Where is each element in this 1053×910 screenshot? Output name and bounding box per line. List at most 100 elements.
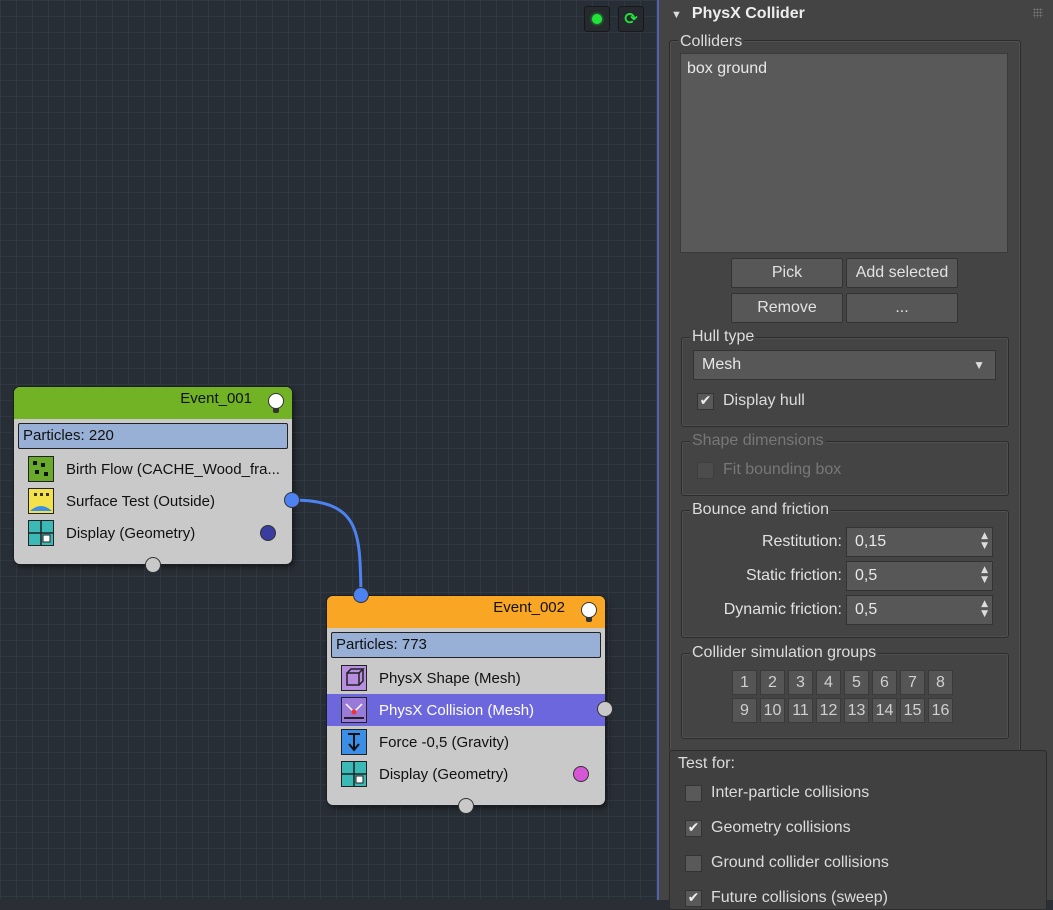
display-color-swatch[interactable] <box>260 525 276 541</box>
static-friction-spinner[interactable]: 0,5 ▲ ▼ <box>846 561 993 591</box>
simulation-group-button-12[interactable]: 12 <box>816 698 841 723</box>
operator-surface-test[interactable]: Surface Test (Outside) <box>14 485 292 517</box>
grip-icon[interactable] <box>1033 8 1043 18</box>
operator-display[interactable]: Display (Geometry) <box>327 758 605 790</box>
test-option-checkbox[interactable] <box>685 784 702 802</box>
restitution-spinner[interactable]: 0,15 ▲ ▼ <box>846 527 993 557</box>
test-option-row[interactable]: ✔ Future collisions (sweep) <box>685 888 888 908</box>
rollout-title: PhysX Collider <box>691 5 805 22</box>
particle-count: Particles: 773 <box>331 632 601 658</box>
bounce-friction-label: Bounce and friction <box>690 500 831 520</box>
operator-physx-shape[interactable]: PhysX Shape (Mesh) <box>327 662 605 694</box>
spinner-arrows-icon[interactable]: ▲ ▼ <box>981 531 988 551</box>
pick-button[interactable]: Pick <box>731 258 843 288</box>
collapse-triangle-icon[interactable]: ▼ <box>671 9 682 21</box>
event-header[interactable]: Event_001 <box>14 387 292 419</box>
test-for-label: Test for: <box>678 755 735 772</box>
operator-force[interactable]: Force -0,5 (Gravity) <box>327 726 605 758</box>
operator-birth-flow[interactable]: Birth Flow (CACHE_Wood_fra... <box>14 453 292 485</box>
test-option-row[interactable]: ✔ Geometry collisions <box>685 818 851 838</box>
rollout-header[interactable]: ▼ PhysX Collider <box>671 5 805 23</box>
output-port[interactable] <box>284 492 300 508</box>
simulation-group-button-2[interactable]: 2 <box>760 670 785 695</box>
dropdown-arrow-icon: ▼ <box>973 358 985 372</box>
operator-label: Birth Flow (CACHE_Wood_fra... <box>66 460 280 478</box>
simulation-group-button-6[interactable]: 6 <box>872 670 897 695</box>
simulation-group-button-15[interactable]: 15 <box>900 698 925 723</box>
simulation-group-button-13[interactable]: 13 <box>844 698 869 723</box>
bottom-output-port[interactable] <box>145 557 161 573</box>
fit-bounding-box-label: Fit bounding box <box>723 461 842 478</box>
colliders-label: Colliders <box>678 32 745 52</box>
test-option-label: Future collisions (sweep) <box>711 889 888 906</box>
particle-view-canvas[interactable]: ⟳ Event_001 Particles: 220 Birth Flow (C… <box>0 0 657 900</box>
bottom-output-port[interactable] <box>458 798 474 814</box>
surface-test-icon <box>28 488 54 514</box>
particle-count: Particles: 220 <box>18 423 288 449</box>
simulation-group-button-11[interactable]: 11 <box>788 698 813 723</box>
simulation-groups-group: Collider simulation groups <box>681 643 1009 739</box>
shape-dimensions-label: Shape dimensions <box>690 431 826 451</box>
lightbulb-icon[interactable] <box>581 602 597 622</box>
restitution-value: 0,15 <box>855 533 887 550</box>
lightbulb-icon[interactable] <box>268 393 284 413</box>
display-color-swatch[interactable] <box>573 766 589 782</box>
hull-type-dropdown[interactable]: Mesh ▼ <box>693 350 996 380</box>
hull-type-value: Mesh <box>702 356 742 373</box>
input-port[interactable] <box>353 587 369 603</box>
colliders-list[interactable]: box ground <box>680 53 1008 253</box>
dynamic-friction-value: 0,5 <box>855 601 878 618</box>
physx-shape-icon <box>341 665 367 691</box>
simulation-group-button-10[interactable]: 10 <box>760 698 785 723</box>
simulation-group-button-16[interactable]: 16 <box>928 698 953 723</box>
dynamic-friction-spinner[interactable]: 0,5 ▲ ▼ <box>846 595 993 625</box>
simulation-group-button-9[interactable]: 9 <box>732 698 757 723</box>
list-item[interactable]: box ground <box>687 60 1001 78</box>
test-option-label: Geometry collisions <box>711 819 851 836</box>
output-port[interactable] <box>597 701 613 717</box>
hull-type-label: Hull type <box>690 327 757 347</box>
display-icon <box>341 761 367 787</box>
simulation-group-button-5[interactable]: 5 <box>844 670 869 695</box>
fit-bounding-box-row: Fit bounding box <box>697 460 841 480</box>
simulation-groups-label: Collider simulation groups <box>690 643 879 663</box>
display-hull-checkbox[interactable]: ✔ <box>697 392 714 410</box>
event-title: Event_002 <box>493 599 565 616</box>
operator-display[interactable]: Display (Geometry) <box>14 517 292 549</box>
test-option-row[interactable]: Ground collider collisions <box>685 853 889 873</box>
display-hull-row[interactable]: ✔ Display hull <box>697 391 805 411</box>
restitution-label: Restitution: <box>761 533 842 550</box>
simulation-group-button-3[interactable]: 3 <box>788 670 813 695</box>
test-option-checkbox[interactable]: ✔ <box>685 889 702 907</box>
spinner-arrows-icon[interactable]: ▲ ▼ <box>981 565 988 585</box>
static-friction-value: 0,5 <box>855 567 878 584</box>
simulation-group-button-1[interactable]: 1 <box>732 670 757 695</box>
simulation-group-button-4[interactable]: 4 <box>816 670 841 695</box>
display-icon <box>28 520 54 546</box>
event-node-event-002[interactable]: Event_002 Particles: 773 PhysX Shape (Me… <box>327 587 613 814</box>
add-selected-button[interactable]: Add selected <box>846 258 958 288</box>
test-option-row[interactable]: Inter-particle collisions <box>685 783 869 803</box>
remove-button[interactable]: Remove <box>731 293 843 323</box>
operator-label: PhysX Collision (Mesh) <box>379 701 535 719</box>
test-option-label: Inter-particle collisions <box>711 784 870 801</box>
event-node-event-001[interactable]: Event_001 Particles: 220 Birth Flow (CAC… <box>14 387 300 573</box>
event-header[interactable]: Event_002 <box>327 596 605 628</box>
more-button[interactable]: ... <box>846 293 958 323</box>
operator-label: Display (Geometry) <box>379 765 509 783</box>
test-option-label: Ground collider collisions <box>711 854 889 871</box>
test-option-checkbox[interactable]: ✔ <box>685 819 702 837</box>
simulation-group-button-8[interactable]: 8 <box>928 670 953 695</box>
operator-physx-collision[interactable]: PhysX Collision (Mesh) <box>327 694 605 726</box>
operator-label: Force -0,5 (Gravity) <box>379 733 510 751</box>
operator-label: PhysX Shape (Mesh) <box>379 669 521 687</box>
dynamic-friction-label: Dynamic friction: <box>723 601 842 618</box>
simulation-group-button-7[interactable]: 7 <box>900 670 925 695</box>
simulation-group-button-14[interactable]: 14 <box>872 698 897 723</box>
force-icon <box>341 729 367 755</box>
test-option-checkbox[interactable] <box>685 854 702 872</box>
event-connection-wire[interactable] <box>290 498 363 596</box>
static-friction-label: Static friction: <box>745 567 842 584</box>
birth-flow-icon <box>28 456 54 482</box>
spinner-arrows-icon[interactable]: ▲ ▼ <box>981 599 988 619</box>
